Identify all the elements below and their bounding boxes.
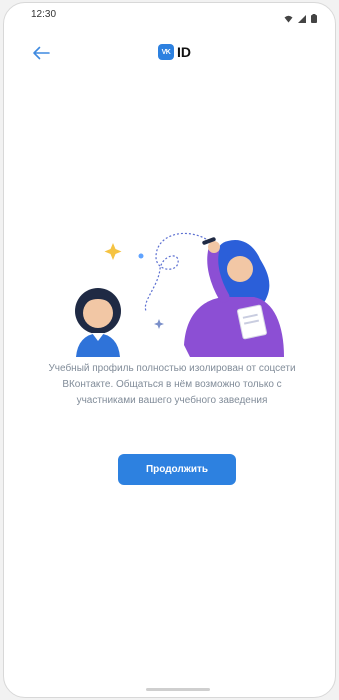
top-header: VK ID bbox=[4, 37, 335, 69]
status-time: 12:30 bbox=[31, 9, 57, 20]
vk-logo-icon: VK bbox=[158, 44, 174, 60]
phone-screen: 12:30 VK ID Учебный профиль полностью из… bbox=[3, 2, 336, 698]
girl-figure bbox=[184, 237, 284, 357]
arrow-left-icon bbox=[33, 46, 50, 60]
sparkle-star-small-icon bbox=[154, 319, 164, 329]
boy-avatar bbox=[75, 288, 121, 357]
vk-id-logo: VK ID bbox=[158, 44, 191, 60]
home-indicator[interactable] bbox=[146, 688, 210, 691]
status-icons bbox=[284, 10, 317, 28]
continue-button[interactable]: Продолжить bbox=[118, 454, 236, 485]
battery-icon bbox=[311, 10, 317, 28]
illustration bbox=[64, 229, 294, 357]
status-bar: 12:30 bbox=[4, 3, 335, 25]
swirl-line bbox=[144, 232, 207, 312]
signal-icon bbox=[298, 10, 306, 28]
sparkle-star-icon bbox=[104, 243, 122, 260]
info-message: Учебный профиль полностью изолирован от … bbox=[48, 363, 296, 406]
sparkle-dot bbox=[138, 253, 144, 259]
wifi-icon bbox=[284, 10, 293, 28]
back-button[interactable] bbox=[28, 41, 54, 65]
logo-text: ID bbox=[177, 44, 191, 60]
